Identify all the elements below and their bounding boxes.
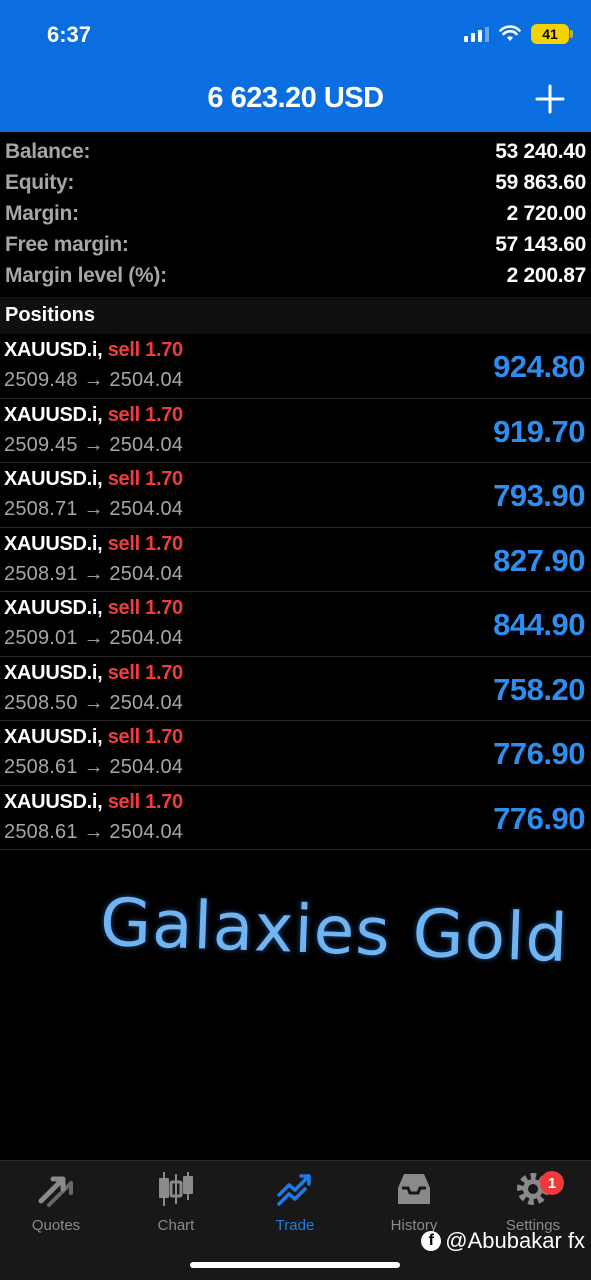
position-profit: 919.70	[493, 413, 585, 449]
position-symbol: XAUUSD.i,	[4, 339, 103, 361]
tab-settings[interactable]: 1 Settings	[478, 1169, 588, 1234]
home-indicator[interactable]	[190, 1262, 400, 1268]
position-side: sell 1.70	[107, 403, 183, 426]
position-prices: 2508.91 → 2504.04	[4, 562, 184, 585]
balance-row: Balance: 53 240.40	[0, 136, 591, 167]
position-prices: 2509.01 → 2504.04	[4, 627, 184, 649]
free-margin-value: 57 143.60	[495, 232, 586, 256]
position-side: sell 1.70	[107, 661, 183, 684]
position-profit: 793.90	[493, 478, 585, 513]
position-symbol: XAUUSD.i,	[4, 790, 103, 813]
margin-level-value: 2 200.87	[506, 263, 587, 287]
position-row[interactable]: XAUUSD.i, sell 1.70 2509.01 → 2504.04 84…	[0, 592, 591, 657]
candlestick-chart-icon	[121, 1169, 231, 1209]
credit-text: @Abubakar fx	[445, 1228, 585, 1253]
position-prices: 2508.50 → 2504.04	[4, 691, 184, 714]
tab-history[interactable]: History	[359, 1169, 469, 1234]
position-row[interactable]: XAUUSD.i, sell 1.70 2509.45 → 2504.04 91…	[0, 399, 591, 463]
position-side: sell 1.70	[107, 597, 183, 619]
position-profit: 844.90	[493, 607, 585, 642]
position-side: sell 1.70	[107, 468, 183, 490]
history-inbox-icon	[359, 1169, 469, 1209]
status-time: 6:37	[47, 22, 92, 47]
position-profit: 776.90	[493, 736, 585, 771]
position-row[interactable]: XAUUSD.i, sell 1.70 2508.50 → 2504.04 75…	[0, 657, 591, 721]
position-side: sell 1.70	[107, 339, 183, 361]
margin-row: Margin: 2 720.00	[0, 198, 591, 229]
position-row[interactable]: XAUUSD.i, sell 1.70 2508.61 → 2504.04 77…	[0, 721, 591, 786]
position-prices: 2508.61 → 2504.04	[4, 820, 184, 843]
position-prices: 2508.71 → 2504.04	[4, 498, 184, 520]
free-margin-row: Free margin: 57 143.60	[0, 229, 591, 260]
status-icons: 41	[464, 24, 573, 44]
position-row[interactable]: XAUUSD.i, sell 1.70 2509.48 → 2504.04 92…	[0, 334, 591, 399]
position-symbol: XAUUSD.i,	[4, 726, 103, 748]
margin-label: Margin:	[5, 201, 79, 225]
position-row[interactable]: XAUUSD.i, sell 1.70 2508.61 → 2504.04 77…	[0, 786, 591, 850]
equity-label: Equity:	[5, 170, 75, 194]
position-side: sell 1.70	[107, 790, 183, 813]
position-symbol: XAUUSD.i,	[4, 403, 103, 426]
watermark-credit: f @Abubakar fx	[421, 1228, 585, 1254]
tab-trade-label: Trade	[275, 1217, 315, 1234]
balance-value: 53 240.40	[495, 139, 586, 163]
margin-level-label: Margin level (%):	[5, 263, 167, 287]
position-symbol: XAUUSD.i,	[4, 597, 103, 619]
position-prices: 2509.45 → 2504.04	[4, 433, 184, 456]
tab-trade[interactable]: Trade	[240, 1169, 350, 1234]
facebook-icon: f	[421, 1231, 442, 1251]
equity-row: Equity: 59 863.60	[0, 167, 591, 198]
position-profit: 827.90	[493, 542, 585, 578]
position-profit: 758.20	[493, 671, 585, 707]
watermark-text: Galaxies Gold	[98, 883, 570, 978]
gear-icon	[478, 1169, 588, 1209]
free-margin-label: Free margin:	[5, 232, 129, 256]
positions-list: XAUUSD.i, sell 1.70 2509.48 → 2504.04 92…	[0, 334, 591, 850]
wifi-icon	[499, 25, 521, 41]
notification-badge: 1	[540, 1171, 564, 1195]
quotes-icon	[1, 1169, 111, 1209]
tab-chart-label: Chart	[157, 1217, 195, 1234]
position-profit: 776.90	[493, 800, 585, 836]
tab-quotes-label: Quotes	[31, 1217, 81, 1234]
battery-icon: 41	[531, 24, 573, 44]
tab-quotes[interactable]: Quotes	[1, 1169, 111, 1234]
app-header: 6:37 41 6 623.20 USD	[0, 0, 591, 132]
position-prices: 2508.61 → 2504.04	[4, 756, 184, 778]
position-symbol: XAUUSD.i,	[4, 661, 103, 684]
position-symbol: XAUUSD.i,	[4, 532, 103, 555]
position-side: sell 1.70	[107, 726, 183, 748]
position-profit: 924.80	[493, 349, 585, 384]
plus-icon[interactable]	[535, 84, 565, 114]
margin-value: 2 720.00	[506, 201, 587, 225]
tab-chart[interactable]: Chart	[121, 1169, 231, 1234]
position-symbol: XAUUSD.i,	[4, 468, 103, 490]
account-summary: Balance: 53 240.40 Equity: 59 863.60 Mar…	[0, 136, 591, 291]
equity-value: 59 863.60	[495, 170, 586, 194]
position-row[interactable]: XAUUSD.i, sell 1.70 2508.91 → 2504.04 82…	[0, 528, 591, 592]
position-side: sell 1.70	[107, 532, 183, 555]
position-prices: 2509.48 → 2504.04	[4, 369, 184, 391]
position-row[interactable]: XAUUSD.i, sell 1.70 2508.71 → 2504.04 79…	[0, 463, 591, 528]
balance-label: Balance:	[5, 139, 91, 163]
signal-icon	[464, 26, 489, 42]
trade-icon	[240, 1169, 350, 1209]
positions-section-header: Positions	[0, 297, 591, 334]
page-title: 6 623.20 USD	[207, 82, 384, 114]
margin-level-row: Margin level (%): 2 200.87	[0, 260, 591, 291]
